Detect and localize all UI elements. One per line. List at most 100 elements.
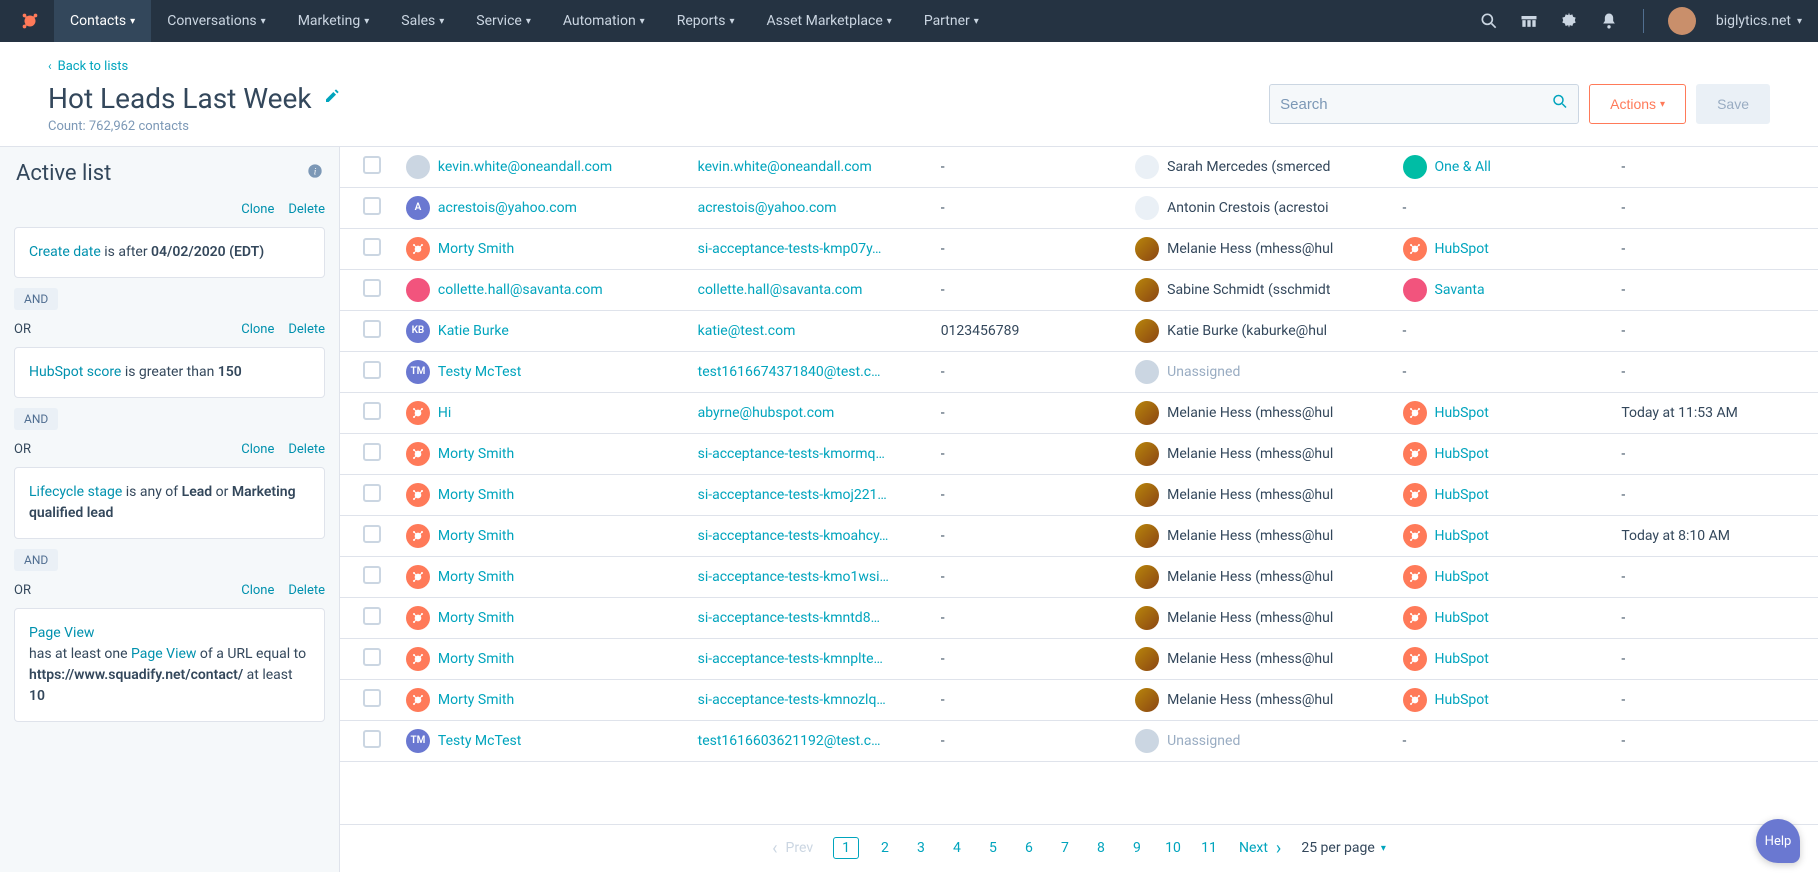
- contact-email-link[interactable]: test1616674371840@test.c…: [698, 364, 881, 380]
- nav-item-marketing[interactable]: Marketing▾: [282, 0, 386, 42]
- delete-filter-link[interactable]: Delete: [288, 202, 325, 217]
- search-input[interactable]: [1269, 84, 1579, 124]
- contact-name-link[interactable]: Morty Smith: [438, 692, 514, 708]
- filter-property-link[interactable]: Lifecycle stage: [29, 484, 122, 500]
- page-number[interactable]: 8: [1091, 840, 1111, 856]
- page-number[interactable]: 7: [1055, 840, 1075, 856]
- filter-property-link[interactable]: Create date: [29, 244, 101, 260]
- contact-email-link[interactable]: si-acceptance-tests-kmp07y…: [698, 241, 882, 257]
- contact-email-link[interactable]: kevin.white@oneandall.com: [698, 159, 872, 175]
- actions-button[interactable]: Actions ▾: [1589, 84, 1686, 124]
- contact-name-link[interactable]: Morty Smith: [438, 651, 514, 667]
- page-number[interactable]: 1: [833, 837, 859, 859]
- contact-name-link[interactable]: Morty Smith: [438, 528, 514, 544]
- delete-filter-link[interactable]: Delete: [288, 583, 325, 598]
- and-button[interactable]: AND: [14, 549, 58, 571]
- row-checkbox[interactable]: [363, 730, 381, 748]
- company-link[interactable]: One & All: [1435, 159, 1491, 175]
- help-button[interactable]: Help: [1756, 819, 1800, 863]
- back-to-lists-link[interactable]: ‹ Back to lists: [48, 59, 128, 74]
- search-icon[interactable]: [1479, 11, 1499, 31]
- clone-filter-link[interactable]: Clone: [241, 202, 274, 217]
- filter-card[interactable]: HubSpot score is greater than 150: [14, 347, 325, 398]
- contact-name-link[interactable]: acrestois@yahoo.com: [438, 200, 577, 216]
- row-checkbox[interactable]: [363, 279, 381, 297]
- next-label[interactable]: Next: [1239, 840, 1268, 856]
- company-link[interactable]: HubSpot: [1435, 692, 1489, 708]
- delete-filter-link[interactable]: Delete: [288, 442, 325, 457]
- row-checkbox[interactable]: [363, 402, 381, 420]
- nav-item-sales[interactable]: Sales▾: [385, 0, 460, 42]
- company-link[interactable]: HubSpot: [1435, 528, 1489, 544]
- contact-email-link[interactable]: katie@test.com: [698, 323, 796, 339]
- contact-email-link[interactable]: test1616603621192@test.c…: [698, 733, 881, 749]
- clone-filter-link[interactable]: Clone: [241, 322, 274, 337]
- row-checkbox[interactable]: [363, 648, 381, 666]
- nav-item-asset-marketplace[interactable]: Asset Marketplace▾: [751, 0, 908, 42]
- contact-email-link[interactable]: si-acceptance-tests-kmnplte…: [698, 651, 883, 667]
- clone-filter-link[interactable]: Clone: [241, 583, 274, 598]
- filter-property-link[interactable]: Page View: [131, 646, 196, 662]
- contact-name-link[interactable]: Testy McTest: [438, 733, 521, 749]
- contact-email-link[interactable]: acrestois@yahoo.com: [698, 200, 837, 216]
- nav-item-partner[interactable]: Partner▾: [908, 0, 995, 42]
- company-link[interactable]: HubSpot: [1435, 241, 1489, 257]
- account-switcher[interactable]: biglytics.net▾: [1716, 13, 1802, 29]
- contact-email-link[interactable]: si-acceptance-tests-kmo1wsi…: [698, 569, 889, 585]
- page-number[interactable]: 9: [1127, 840, 1147, 856]
- row-checkbox[interactable]: [363, 525, 381, 543]
- clone-filter-link[interactable]: Clone: [241, 442, 274, 457]
- row-checkbox[interactable]: [363, 320, 381, 338]
- page-number[interactable]: 4: [947, 840, 967, 856]
- filter-card[interactable]: Page Viewhas at least one Page View of a…: [14, 608, 325, 722]
- contact-email-link[interactable]: si-acceptance-tests-kmormq…: [698, 446, 885, 462]
- page-number[interactable]: 2: [875, 840, 895, 856]
- company-link[interactable]: HubSpot: [1435, 446, 1489, 462]
- row-checkbox[interactable]: [363, 484, 381, 502]
- and-button[interactable]: AND: [14, 408, 58, 430]
- company-link[interactable]: HubSpot: [1435, 405, 1489, 421]
- nav-item-service[interactable]: Service▾: [460, 0, 547, 42]
- contact-name-link[interactable]: Hi: [438, 405, 451, 421]
- contact-email-link[interactable]: si-acceptance-tests-kmoj221…: [698, 487, 887, 503]
- marketplace-icon[interactable]: [1519, 11, 1539, 31]
- contact-name-link[interactable]: Katie Burke: [438, 323, 509, 339]
- contact-email-link[interactable]: si-acceptance-tests-kmnozlq…: [698, 692, 886, 708]
- gear-icon[interactable]: [1559, 11, 1579, 31]
- nav-item-reports[interactable]: Reports▾: [661, 0, 751, 42]
- filter-card[interactable]: Create date is after 04/02/2020 (EDT): [14, 227, 325, 278]
- nav-item-contacts[interactable]: Contacts▾: [54, 0, 151, 42]
- contact-name-link[interactable]: kevin.white@oneandall.com: [438, 159, 612, 175]
- contact-name-link[interactable]: collette.hall@savanta.com: [438, 282, 603, 298]
- filter-property-link[interactable]: Page View: [29, 625, 94, 641]
- page-number[interactable]: 11: [1199, 840, 1219, 856]
- nav-item-automation[interactable]: Automation▾: [547, 0, 661, 42]
- row-checkbox[interactable]: [363, 238, 381, 256]
- contact-email-link[interactable]: abyrne@hubspot.com: [698, 405, 835, 421]
- company-link[interactable]: HubSpot: [1435, 569, 1489, 585]
- bell-icon[interactable]: [1599, 11, 1619, 31]
- company-link[interactable]: HubSpot: [1435, 610, 1489, 626]
- page-number[interactable]: 10: [1163, 840, 1183, 856]
- page-number[interactable]: 3: [911, 840, 931, 856]
- row-checkbox[interactable]: [363, 607, 381, 625]
- filter-card[interactable]: Lifecycle stage is any of Lead or Market…: [14, 467, 325, 539]
- row-checkbox[interactable]: [363, 689, 381, 707]
- page-number[interactable]: 5: [983, 840, 1003, 856]
- row-checkbox[interactable]: [363, 566, 381, 584]
- and-button[interactable]: AND: [14, 288, 58, 310]
- company-link[interactable]: HubSpot: [1435, 487, 1489, 503]
- contact-name-link[interactable]: Morty Smith: [438, 446, 514, 462]
- company-link[interactable]: HubSpot: [1435, 651, 1489, 667]
- filter-property-link[interactable]: HubSpot score: [29, 364, 121, 380]
- contact-name-link[interactable]: Morty Smith: [438, 487, 514, 503]
- row-checkbox[interactable]: [363, 197, 381, 215]
- contact-name-link[interactable]: Testy McTest: [438, 364, 521, 380]
- contact-email-link[interactable]: si-acceptance-tests-kmoahcy…: [698, 528, 889, 544]
- next-arrow-icon[interactable]: ›: [1276, 838, 1281, 859]
- per-page-select[interactable]: 25 per page ▾: [1301, 840, 1386, 856]
- row-checkbox[interactable]: [363, 443, 381, 461]
- row-checkbox[interactable]: [363, 156, 381, 174]
- contact-email-link[interactable]: si-acceptance-tests-kmntd8…: [698, 610, 880, 626]
- row-checkbox[interactable]: [363, 361, 381, 379]
